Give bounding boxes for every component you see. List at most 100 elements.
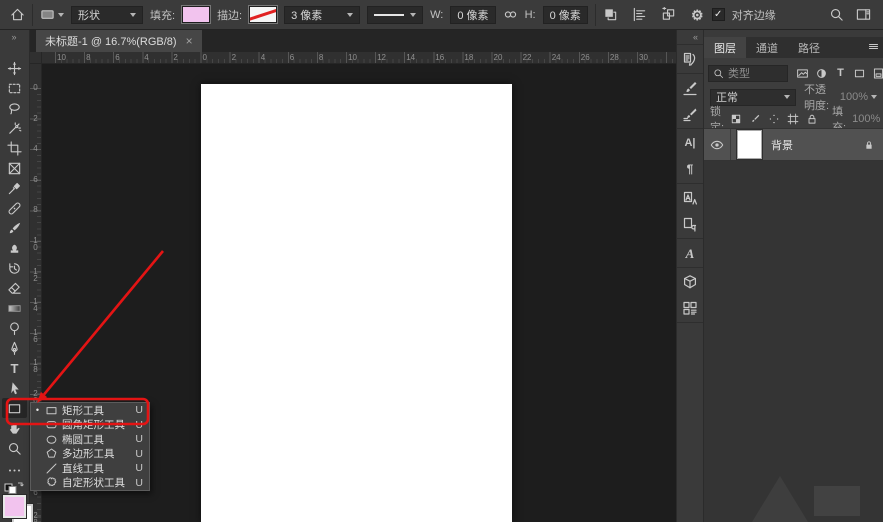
tab-路径[interactable]: 路径 <box>788 37 830 58</box>
opacity-input[interactable]: 100% <box>840 91 877 103</box>
shape-width-input[interactable]: 0 像素 <box>450 6 495 24</box>
workspace-icon[interactable] <box>856 7 871 22</box>
fill-input[interactable]: 100% <box>852 113 883 125</box>
rectangle-tool[interactable] <box>2 398 27 418</box>
pen-tool[interactable] <box>2 338 27 358</box>
layer-list-empty-area[interactable] <box>704 161 883 522</box>
close-icon[interactable]: × <box>186 34 193 48</box>
rectangle-icon <box>45 404 58 417</box>
panel-menu-icon[interactable] <box>867 40 880 53</box>
tool-mode-select[interactable]: 形状 <box>71 6 143 24</box>
menu-item-shortcut: U <box>135 477 143 489</box>
brush-tool[interactable] <box>2 218 27 238</box>
shape-height-input[interactable]: 0 像素 <box>543 6 588 24</box>
ruler-label: 1 8 <box>30 359 41 373</box>
align-edges-checkbox[interactable] <box>712 8 725 21</box>
gradient-tool[interactable] <box>2 298 27 318</box>
brush-settings-icon[interactable] <box>682 80 698 96</box>
paragraph-styles-icon[interactable] <box>682 216 698 232</box>
ruler-label: 12 <box>377 53 386 62</box>
move-tool[interactable] <box>2 58 27 78</box>
expand-panels-icon[interactable]: « <box>693 32 699 42</box>
ruler-origin-corner[interactable] <box>30 52 42 64</box>
paragraph-panel-icon[interactable]: ¶ <box>682 161 698 177</box>
home-icon[interactable] <box>10 7 25 22</box>
libraries-panel-icon[interactable] <box>682 300 698 316</box>
frame-tool[interactable] <box>2 158 27 178</box>
default-colors-icon[interactable] <box>4 480 26 494</box>
photoshop-window: 形状 填充: 描边: 3 像素 W: 0 像素 H: 0 像素 ⚙ 对齐边缘 <box>0 0 883 522</box>
filter-type-icon[interactable]: T <box>834 67 847 80</box>
visibility-cell[interactable] <box>704 129 731 160</box>
lock-transparency-icon[interactable] <box>730 113 742 125</box>
tab-图层[interactable]: 图层 <box>704 37 746 58</box>
ruler-label: 26 <box>581 53 590 62</box>
filter-smart-icon[interactable] <box>872 67 883 80</box>
tab-通道[interactable]: 通道 <box>746 37 788 58</box>
lasso-tool[interactable] <box>2 98 27 118</box>
quick-selection-tool[interactable] <box>2 118 27 138</box>
filter-adjust-icon[interactable] <box>815 67 828 80</box>
path-selection-tool[interactable] <box>2 378 27 398</box>
menu-item-ellipse[interactable]: 椭圆工具U <box>31 432 149 447</box>
gear-icon[interactable]: ⚙ <box>690 7 705 22</box>
menu-item-custom-shape[interactable]: 自定形状工具U <box>31 476 149 491</box>
lock-all-icon[interactable] <box>806 113 818 125</box>
character-styles-icon[interactable] <box>682 190 698 206</box>
glyphs-panel-icon[interactable]: A <box>682 245 698 261</box>
filter-shape-icon[interactable] <box>853 67 866 80</box>
path-arrangement-icon[interactable] <box>661 7 676 22</box>
crop-tool[interactable] <box>2 138 27 158</box>
path-alignment-icon[interactable] <box>632 7 647 22</box>
lock-image-icon[interactable] <box>749 113 761 125</box>
3d-panel-icon[interactable] <box>682 274 698 290</box>
chevron-down-icon <box>347 13 353 17</box>
hand-tool[interactable] <box>2 418 27 438</box>
rectangular-marquee-tool[interactable] <box>2 78 27 98</box>
stroke-width-select[interactable]: 3 像素 <box>284 6 360 24</box>
foreground-color-swatch[interactable] <box>3 495 26 518</box>
document-tab[interactable]: 未标题-1 @ 16.7%(RGB/8) × <box>36 30 202 52</box>
rectangle-tool <box>7 401 22 416</box>
stroke-type-select[interactable] <box>367 6 423 24</box>
layer-thumbnail[interactable] <box>737 130 762 159</box>
document-canvas[interactable] <box>201 84 512 522</box>
ruler-label: 6 <box>115 53 119 62</box>
ruler-label: 8 <box>30 206 41 213</box>
brushes-icon[interactable] <box>682 106 698 122</box>
eyedropper-tool[interactable] <box>2 178 27 198</box>
dodge-tool[interactable] <box>2 318 27 338</box>
eraser-tool[interactable] <box>2 278 27 298</box>
panel-group: A| ¶ <box>677 129 703 184</box>
history-panel-icon[interactable] <box>682 51 698 67</box>
edit-toolbar-ellipsis[interactable] <box>2 460 27 480</box>
menu-item-line[interactable]: 直线工具U <box>31 461 149 476</box>
lock-artboard-icon[interactable] <box>787 113 799 125</box>
fill-swatch[interactable] <box>182 6 210 23</box>
type-tool[interactable]: T <box>2 358 27 378</box>
menu-item-rounded-rectangle[interactable]: 圆角矩形工具U <box>31 418 149 433</box>
link-dimensions-icon[interactable] <box>503 7 518 22</box>
zoom-tool[interactable] <box>2 438 27 458</box>
spot-healing-brush-tool[interactable] <box>2 198 27 218</box>
lock-position-icon[interactable] <box>768 113 780 125</box>
tool-preset-picker[interactable] <box>40 7 64 22</box>
character-panel-icon[interactable]: A| <box>682 135 698 151</box>
clone-stamp-tool[interactable] <box>2 238 27 258</box>
document-tab-bar: 未标题-1 @ 16.7%(RGB/8) × <box>30 30 676 52</box>
layer-filter-select[interactable]: 类型 <box>708 65 788 82</box>
menu-item-polygon[interactable]: 多边形工具U <box>31 447 149 462</box>
path-operations-icon[interactable] <box>603 7 618 22</box>
layer-row-background[interactable]: 背景 <box>704 128 883 161</box>
eye-icon[interactable] <box>710 138 724 152</box>
crop-tool <box>7 141 22 156</box>
stroke-swatch[interactable] <box>249 6 277 23</box>
horizontal-ruler[interactable]: 108642024681012141618202224262830 <box>42 52 676 64</box>
fill-text: 100% <box>852 113 880 125</box>
history-brush-tool[interactable] <box>2 258 27 278</box>
expand-toolbar-icon[interactable]: » <box>0 32 29 42</box>
ruler-label: 14 <box>406 53 415 62</box>
filter-pixel-icon[interactable] <box>796 67 809 80</box>
menu-item-rectangle[interactable]: •矩形工具U <box>31 403 149 418</box>
search-icon[interactable] <box>829 7 844 22</box>
